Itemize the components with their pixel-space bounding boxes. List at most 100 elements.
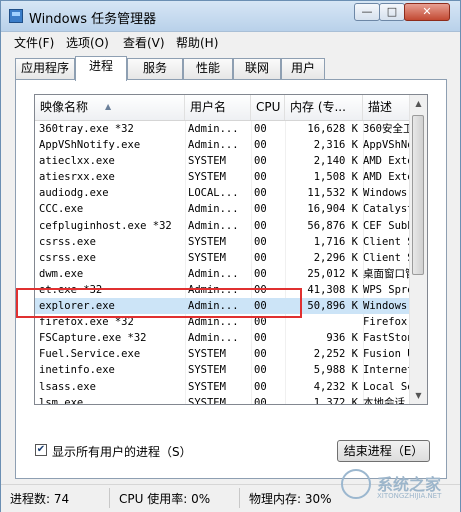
process-description: FastStone	[363, 332, 411, 345]
vertical-scrollbar[interactable]: ▲ ▼	[409, 95, 427, 404]
process-memory: 2,296 K	[313, 251, 358, 264]
process-name: inetinfo.exe	[39, 364, 115, 377]
process-memory: 936 K	[326, 332, 358, 345]
process-user: SYSTEM	[188, 396, 226, 405]
sort-ascending-icon: ▲	[105, 102, 112, 111]
process-description: Client Server	[363, 235, 411, 248]
process-cpu: 00	[254, 380, 267, 393]
column-description[interactable]: 描述	[363, 95, 411, 120]
menu-help[interactable]: 帮助(H)	[176, 34, 218, 51]
menu-bar: 文件(F) 选项(O) 查看(V) 帮助(H)	[1, 32, 460, 52]
process-description: Client Server	[363, 251, 411, 264]
table-row[interactable]: csrss.exe SYSTEM 00 1,716 K Client Server	[35, 234, 411, 250]
process-description: 360安全卫士	[363, 123, 411, 135]
column-memory[interactable]: 内存 (专...	[285, 95, 363, 120]
table-row[interactable]: atiesrxx.exe SYSTEM 00 1,508 K AMD External	[35, 169, 411, 185]
menu-view[interactable]: 查看(V)	[123, 34, 165, 51]
process-cpu: 00	[254, 219, 267, 232]
tab-users[interactable]: 用户	[281, 58, 325, 79]
process-description: AppVShNotify	[363, 139, 411, 152]
scroll-thumb[interactable]	[412, 115, 424, 275]
column-cpu[interactable]: CPU	[251, 95, 285, 120]
process-description: Internet	[363, 364, 411, 377]
tab-performance[interactable]: 性能	[183, 58, 233, 79]
process-memory: 11,532 K	[307, 187, 358, 200]
table-row[interactable]: csrss.exe SYSTEM 00 2,296 K Client Server	[35, 250, 411, 266]
watermark-globe-icon	[341, 469, 371, 499]
process-user: SYSTEM	[188, 235, 226, 248]
process-description: AMD External	[363, 171, 411, 184]
tab-services[interactable]: 服务	[127, 58, 183, 79]
table-row[interactable]: 360tray.exe *32 Admin... 00 16,628 K 360安全卫士	[35, 121, 411, 137]
process-description: Fusion U	[363, 348, 411, 361]
process-cpu: 00	[254, 139, 267, 152]
process-name: lsm.exe	[39, 396, 84, 405]
process-description: 桌面窗口管理器	[363, 267, 411, 280]
process-name: dwm.exe	[39, 267, 84, 280]
process-description: Firefox	[363, 316, 408, 329]
table-row[interactable]: inetinfo.exe SYSTEM 00 5,988 K Internet	[35, 362, 411, 378]
table-row[interactable]: audiodg.exe LOCAL... 00 11,532 K Windows Aud…	[35, 185, 411, 201]
process-cpu: 00	[254, 171, 267, 184]
task-manager-app-icon	[9, 9, 23, 23]
process-name: atieclxx.exe	[39, 155, 115, 168]
menu-options[interactable]: 选项(O)	[66, 34, 109, 51]
show-all-users-checkbox[interactable]: ✔	[35, 444, 47, 456]
process-user: Admin...	[188, 267, 239, 280]
process-cpu: 00	[254, 155, 267, 168]
process-name: lsass.exe	[39, 380, 96, 393]
scroll-down-icon[interactable]: ▼	[410, 387, 427, 404]
process-cpu: 00	[254, 348, 267, 361]
table-row[interactable]: atieclxx.exe SYSTEM 00 2,140 K AMD External	[35, 153, 411, 169]
process-name: 360tray.exe *32	[39, 123, 134, 135]
process-memory: 2,252 K	[313, 348, 358, 361]
process-cpu: 00	[254, 235, 267, 248]
tab-processes[interactable]: 进程	[75, 56, 127, 81]
end-process-button[interactable]: 结束进程（E）	[337, 440, 430, 462]
process-user: SYSTEM	[188, 251, 226, 264]
close-button[interactable]: ✕	[404, 3, 450, 21]
process-user: Admin...	[188, 123, 239, 135]
process-user: Admin...	[188, 219, 239, 232]
process-user: SYSTEM	[188, 380, 226, 393]
table-row[interactable]: AppVShNotify.exe Admin... 00 2,316 K AppVShN…	[35, 137, 411, 153]
process-cpu: 00	[254, 203, 267, 216]
menu-file[interactable]: 文件(F)	[14, 34, 54, 51]
show-all-users-label[interactable]: 显示所有用户的进程（S）	[52, 443, 192, 460]
table-row[interactable]: Fuel.Service.exe SYSTEM 00 2,252 K Fusion U	[35, 346, 411, 362]
table-row[interactable]: cefpluginhost.exe *32 Admin... 00 56,876 K C…	[35, 218, 411, 234]
process-description: Windows Audio	[363, 187, 411, 200]
maximize-button[interactable]: □	[379, 3, 405, 21]
table-row[interactable]: lsass.exe SYSTEM 00 4,232 K Local Se	[35, 379, 411, 395]
process-name: FSCapture.exe *32	[39, 332, 147, 345]
process-user: SYSTEM	[188, 348, 226, 361]
process-description: 本地会话	[363, 396, 405, 405]
scroll-up-icon[interactable]: ▲	[410, 95, 427, 112]
process-memory: 1,508 K	[313, 171, 358, 184]
column-image-name[interactable]: 映像名称 ▲	[35, 95, 185, 120]
minimize-button[interactable]: —	[354, 3, 380, 21]
column-user-name[interactable]: 用户名	[185, 95, 251, 120]
tab-networking[interactable]: 联网	[233, 58, 281, 79]
process-description: Catalyst	[363, 203, 411, 216]
table-row[interactable]: lsm.exe SYSTEM 00 1,372 K 本地会话	[35, 395, 411, 405]
process-memory: 56,876 K	[307, 219, 358, 232]
process-user: LOCAL...	[188, 187, 239, 200]
tab-applications[interactable]: 应用程序	[15, 58, 75, 79]
process-name: csrss.exe	[39, 251, 96, 264]
annotation-highlight-box	[16, 288, 302, 318]
process-memory: 25,012 K	[307, 267, 358, 280]
process-memory: 5,988 K	[313, 364, 358, 377]
table-row[interactable]: FSCapture.exe *32 Admin... 00 936 K FastSton…	[35, 330, 411, 346]
table-row[interactable]: CCC.exe Admin... 00 16,904 K Catalyst	[35, 201, 411, 217]
process-cpu: 00	[254, 332, 267, 345]
process-description: WPS Spreadsheets	[363, 283, 411, 296]
process-list-header: 映像名称 ▲ 用户名 CPU 内存 (专... 描述	[35, 95, 411, 121]
title-bar[interactable]: Windows 任务管理器 — □ ✕	[1, 1, 460, 32]
process-memory: 16,628 K	[307, 123, 358, 135]
process-list[interactable]: 映像名称 ▲ 用户名 CPU 内存 (专... 描述 360tray.exe *…	[34, 94, 428, 405]
process-name: audiodg.exe	[39, 187, 109, 200]
process-cpu: 00	[254, 251, 267, 264]
status-cpu-usage: CPU 使用率: 0%	[119, 492, 211, 506]
table-row[interactable]: dwm.exe Admin... 00 25,012 K 桌面窗口管理器	[35, 266, 411, 282]
